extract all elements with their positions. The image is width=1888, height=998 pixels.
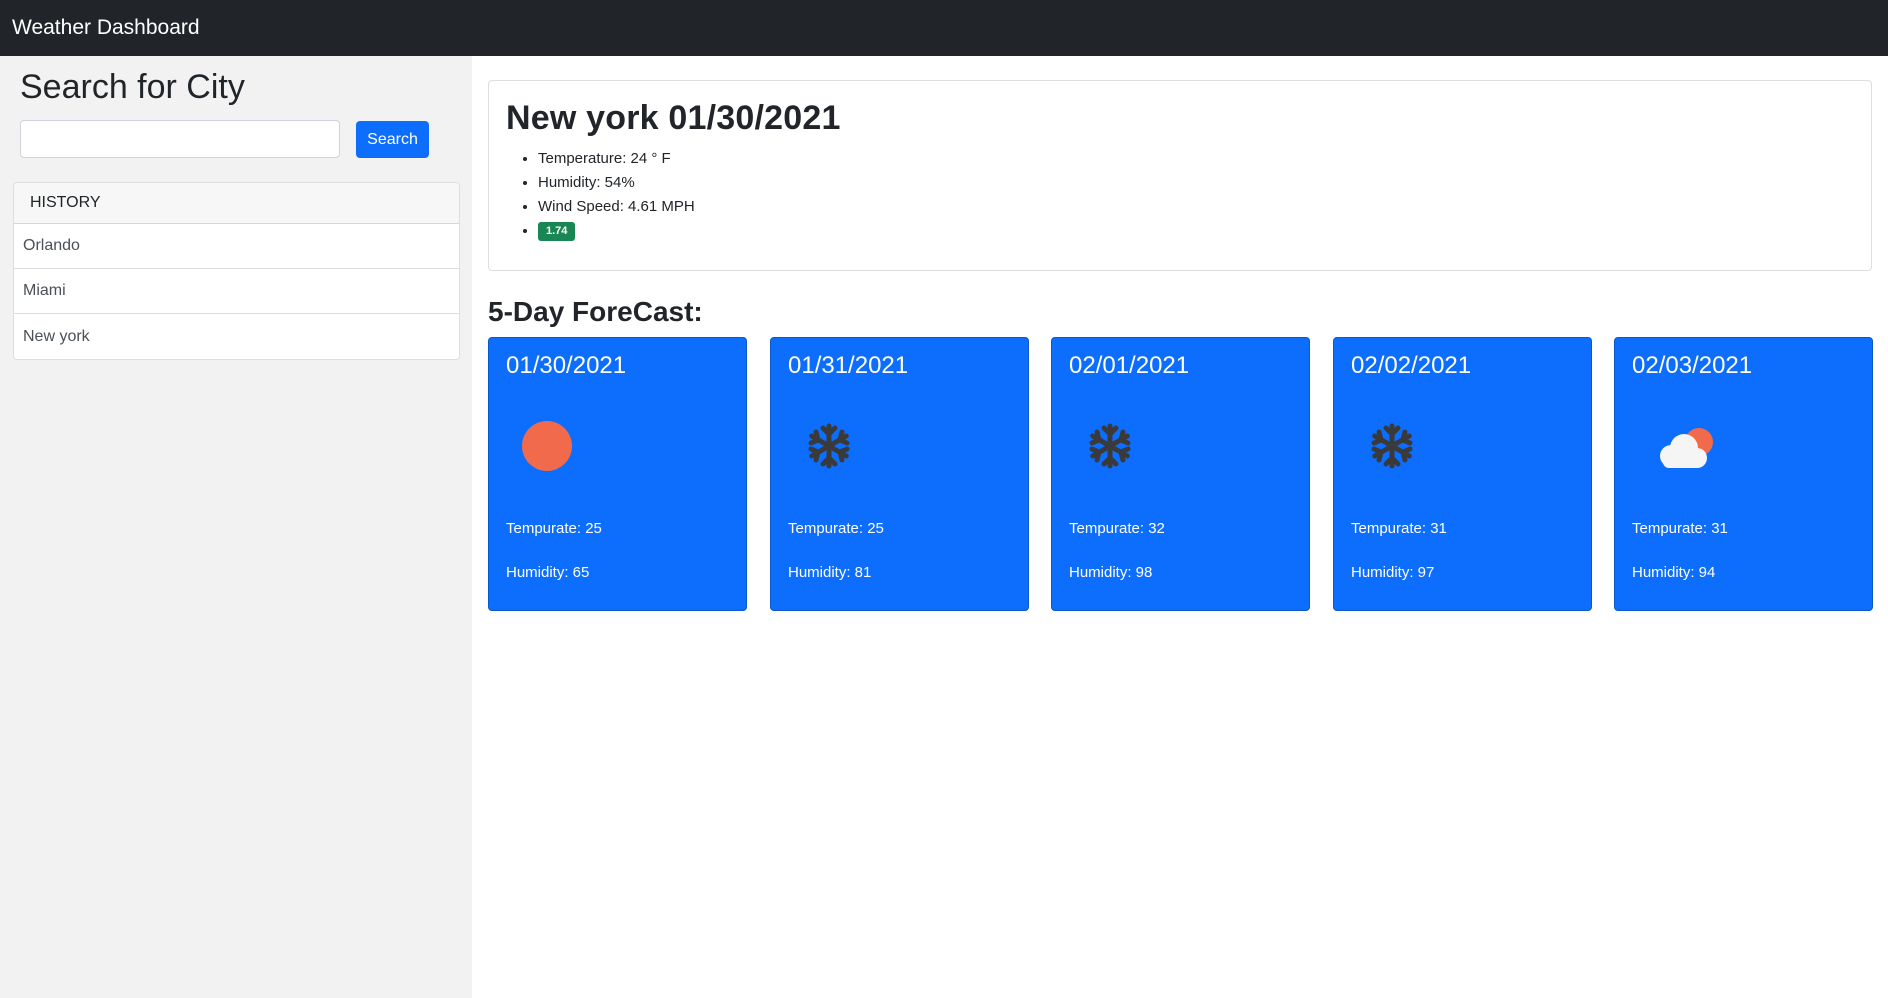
forecast-card: 02/01/2021 Tempurate: 32 Humidity: 98	[1051, 337, 1310, 611]
forecast-card: 01/31/2021 Tempurate: 25 Humidity: 81	[770, 337, 1029, 611]
history-list: HISTORY Orlando Miami New york	[13, 182, 460, 360]
current-temperature: Temperature: 24 ° F	[538, 147, 695, 171]
search-button[interactable]: Search	[356, 121, 429, 158]
forecast-temperature: Tempurate: 32	[1069, 520, 1165, 537]
city-search-input[interactable]	[20, 120, 340, 158]
current-weather-card: New york 01/30/2021 Temperature: 24 ° F …	[488, 80, 1872, 271]
forecast-date: 02/01/2021	[1069, 352, 1190, 379]
sidebar: Search for City Search HISTORY Orlando M…	[0, 56, 472, 998]
forecast-temperature: Tempurate: 25	[506, 520, 602, 537]
forecast-card: 02/02/2021 Tempurate: 31 Humidity: 97	[1333, 337, 1592, 611]
history-header: HISTORY	[14, 183, 459, 224]
forecast-date: 02/03/2021	[1632, 352, 1753, 379]
current-uv-item: 1.74	[538, 219, 695, 243]
sun-icon	[522, 421, 572, 471]
current-wind-speed: Wind Speed: 4.61 MPH	[538, 195, 695, 219]
snowflake-icon	[808, 423, 850, 469]
current-weather-details: Temperature: 24 ° F Humidity: 54% Wind S…	[506, 147, 695, 243]
forecast-temperature: Tempurate: 31	[1351, 520, 1447, 537]
history-item-new-york[interactable]: New york	[14, 314, 459, 359]
current-city-date: New york 01/30/2021	[506, 99, 841, 137]
forecast-heading: 5-Day ForeCast:	[488, 296, 703, 327]
forecast-card: 02/03/2021 Tempurate: 31 Humidity: 94	[1614, 337, 1873, 611]
forecast-card: 01/30/2021 Tempurate: 25 Humidity: 65	[488, 337, 747, 611]
forecast-humidity: Humidity: 94	[1632, 564, 1716, 581]
cloud-sun-icon	[1660, 428, 1713, 468]
forecast-humidity: Humidity: 98	[1069, 564, 1153, 581]
forecast-date: 02/02/2021	[1351, 352, 1472, 379]
snowflake-icon	[1371, 423, 1413, 469]
navbar: Weather Dashboard	[0, 0, 1888, 56]
current-humidity: Humidity: 54%	[538, 171, 695, 195]
snowflake-icon	[1089, 423, 1131, 469]
search-heading: Search for City	[20, 68, 245, 106]
uv-index-badge: 1.74	[538, 221, 576, 241]
forecast-date: 01/31/2021	[788, 352, 909, 379]
forecast-date: 01/30/2021	[506, 352, 627, 379]
forecast-humidity: Humidity: 65	[506, 564, 590, 581]
forecast-temperature: Tempurate: 31	[1632, 520, 1728, 537]
forecast-temperature: Tempurate: 25	[788, 520, 884, 537]
forecast-humidity: Humidity: 81	[788, 564, 872, 581]
app-title[interactable]: Weather Dashboard	[12, 16, 200, 40]
history-item-orlando[interactable]: Orlando	[14, 224, 459, 269]
forecast-humidity: Humidity: 97	[1351, 564, 1435, 581]
history-item-miami[interactable]: Miami	[14, 269, 459, 314]
